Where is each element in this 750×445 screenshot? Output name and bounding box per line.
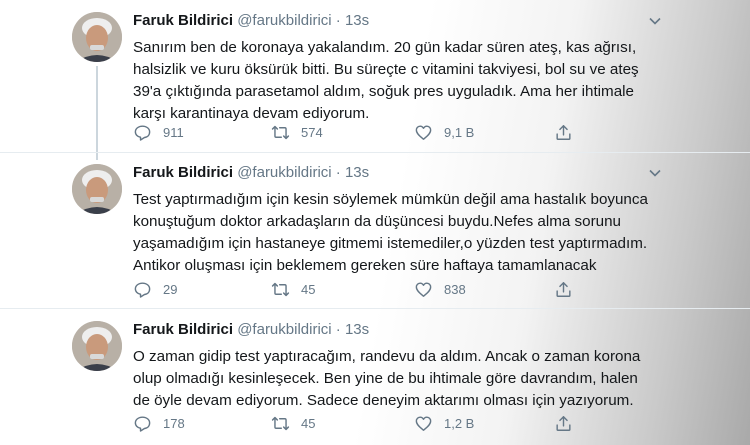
tweet-text: Test yaptırmadığım için kesin söylemek m… [133, 191, 648, 274]
reply-icon [134, 416, 151, 432]
share-button[interactable] [554, 280, 573, 299]
separator-dot: · [335, 12, 341, 29]
divider [0, 152, 750, 153]
author-handle[interactable]: @farukbildirici [237, 12, 331, 29]
reply-button[interactable]: 178 [133, 414, 185, 433]
tweet-header: Faruk Bildirici @farukbildirici · 13s [133, 12, 369, 29]
author-name[interactable]: Faruk Bildirici [133, 321, 233, 338]
reply-button[interactable]: 911 [133, 123, 184, 142]
thread-line [96, 66, 98, 160]
retweet-button[interactable]: 45 [271, 280, 315, 299]
tweet-actions: 29 45 838 [133, 280, 653, 300]
like-count: 9,1 B [444, 125, 475, 140]
tweet-header: Faruk Bildirici @farukbildirici · 13s [133, 164, 369, 181]
retweet-icon [271, 416, 290, 431]
share-icon [556, 125, 571, 140]
avatar[interactable] [72, 12, 122, 62]
avatar[interactable] [72, 321, 122, 371]
retweet-count: 45 [301, 282, 316, 297]
avatar[interactable] [72, 164, 122, 214]
retweet-icon [271, 125, 290, 140]
retweet-button[interactable]: 574 [271, 123, 323, 142]
timestamp[interactable]: 13s [345, 164, 369, 181]
reply-count: 178 [163, 416, 185, 431]
chevron-down-icon[interactable] [648, 166, 662, 180]
tweet-text: O zaman gidip test yaptıracağım, randevu… [133, 348, 641, 409]
retweet-count: 45 [301, 416, 316, 431]
like-count: 838 [444, 282, 466, 297]
reply-count: 911 [163, 125, 184, 140]
reply-icon [134, 282, 151, 298]
author-handle[interactable]: @farukbildirici [237, 321, 331, 338]
timestamp[interactable]: 13s [345, 321, 369, 338]
retweet-icon [271, 282, 290, 297]
tweet-text: Sanırım ben de koronaya yakalandım. 20 g… [133, 39, 639, 122]
retweet-count: 574 [301, 125, 323, 140]
tweet-header: Faruk Bildirici @farukbildirici · 13s [133, 321, 369, 338]
share-icon [556, 416, 571, 431]
tweet-actions: 911 574 9,1 B [133, 123, 653, 143]
timestamp[interactable]: 13s [345, 12, 369, 29]
reply-button[interactable]: 29 [133, 280, 177, 299]
retweet-button[interactable]: 45 [271, 414, 315, 433]
like-button[interactable]: 9,1 B [414, 123, 474, 142]
author-name[interactable]: Faruk Bildirici [133, 164, 233, 181]
reply-count: 29 [163, 282, 178, 297]
share-button[interactable] [554, 123, 573, 142]
heart-icon [415, 416, 432, 431]
like-button[interactable]: 838 [414, 280, 466, 299]
share-button[interactable] [554, 414, 573, 433]
heart-icon [415, 125, 432, 140]
heart-icon [415, 282, 432, 297]
author-name[interactable]: Faruk Bildirici [133, 12, 233, 29]
reply-icon [134, 125, 151, 141]
author-handle[interactable]: @farukbildirici [237, 164, 331, 181]
separator-dot: · [335, 164, 341, 181]
tweet-actions: 178 45 1,2 B [133, 414, 653, 434]
share-icon [556, 282, 571, 297]
separator-dot: · [335, 321, 341, 338]
like-count: 1,2 B [444, 416, 475, 431]
like-button[interactable]: 1,2 B [414, 414, 474, 433]
chevron-down-icon[interactable] [648, 14, 662, 28]
divider [0, 308, 750, 309]
